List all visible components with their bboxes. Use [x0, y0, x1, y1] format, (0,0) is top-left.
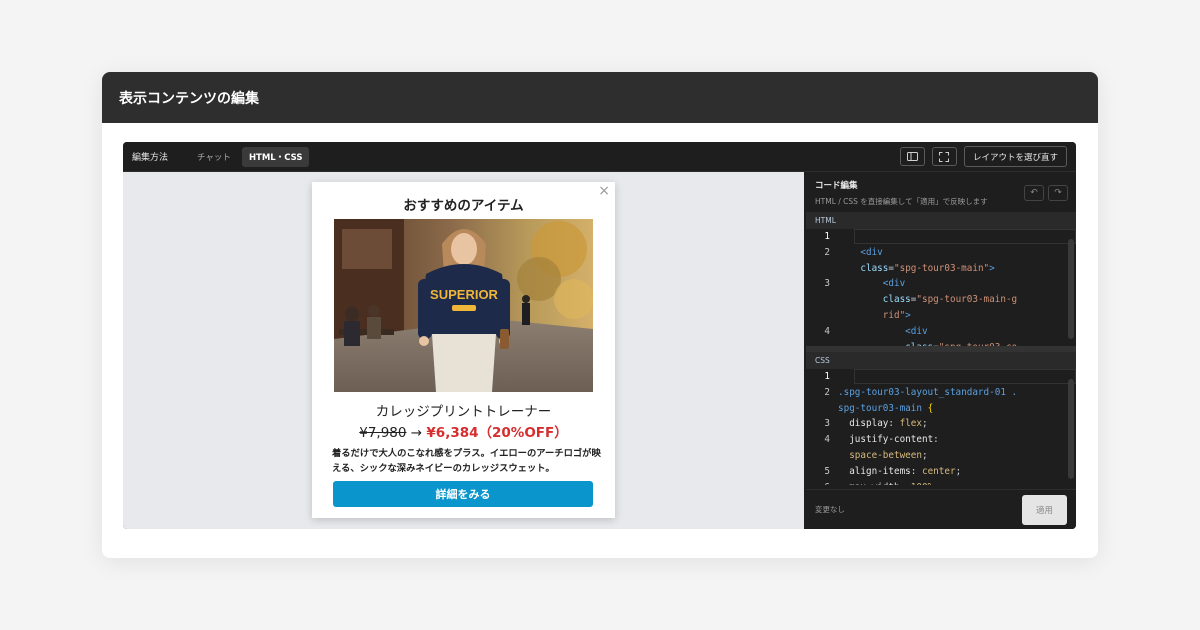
tab-html-css[interactable]: HTML・CSS: [241, 146, 310, 167]
panel-toggle-button[interactable]: [899, 147, 925, 166]
apply-button[interactable]: 適用: [1022, 494, 1067, 525]
redo-icon[interactable]: ↷: [1048, 185, 1068, 201]
undo-icon[interactable]: ↶: [1024, 185, 1044, 201]
product-price: ¥7,980 → ¥6,384（20%OFF）: [312, 421, 615, 441]
css-section-label: CSS: [806, 352, 1076, 369]
toolbar-actions: レイアウトを選び直す: [899, 146, 1067, 167]
relayout-button[interactable]: レイアウトを選び直す: [963, 146, 1067, 167]
css-scrollbar[interactable]: [1068, 379, 1074, 479]
edit-content-modal: 表示コンテンツの編集 編集方法 チャット HTML・CSS レイアウトを選び直す…: [102, 72, 1098, 558]
product-name: カレッジプリントトレーナー: [375, 404, 552, 420]
sale-price: ¥6,384（20%OFF）: [426, 425, 568, 441]
fullscreen-button[interactable]: [931, 147, 957, 166]
code-edit-panel: コード編集 HTML / CSS を直接編集して「適用」で反映します ↶ ↷ H…: [806, 172, 1076, 529]
current-line-highlight: [854, 369, 1076, 384]
price-arrow: →: [410, 425, 423, 441]
recommendation-card: × おすすめのアイテム SUPERIOR カレッジプリントトレーナー ¥7,98…: [312, 182, 615, 518]
html-section-label: HTML: [806, 212, 1076, 229]
fullscreen-icon: [939, 151, 950, 162]
css-code-editor[interactable]: 1 2 .spg-tour03-layout_standard-01 . spg-…: [806, 369, 1076, 485]
modal-title: 表示コンテンツの編集: [119, 90, 259, 107]
view-details-button[interactable]: 詳細をみる: [333, 481, 593, 507]
history-controls: ↶ ↷: [1024, 185, 1068, 201]
panel-toggle-icon: [906, 152, 918, 161]
modal-header: 表示コンテンツの編集: [102, 72, 1098, 123]
code-panel-footer: 変更なし 適用: [806, 489, 1076, 529]
code-panel-header: コード編集 HTML / CSS を直接編集して「適用」で反映します ↶ ↷: [806, 172, 1076, 212]
preview-area: × おすすめのアイテム SUPERIOR カレッジプリントトレーナー ¥7,98…: [123, 172, 804, 529]
editor-toolbar: 編集方法 チャット HTML・CSS レイアウトを選び直す: [123, 142, 1076, 172]
change-status: 変更なし: [815, 505, 845, 514]
current-line-highlight: [854, 229, 1076, 244]
product-photo: SUPERIOR: [334, 219, 593, 392]
old-price: ¥7,980: [359, 425, 407, 441]
html-code-editor[interactable]: 1 2 <div class="spg-tour03-main"> 3 <div…: [806, 229, 1076, 346]
html-scrollbar[interactable]: [1068, 239, 1074, 339]
sweater-print-text: SUPERIOR: [430, 287, 499, 302]
card-title: おすすめのアイテム: [403, 198, 524, 214]
tab-chat[interactable]: チャット: [190, 147, 238, 167]
editor-panel: 編集方法 チャット HTML・CSS レイアウトを選び直す × おすすめのアイテ…: [123, 142, 1076, 529]
product-description: 着るだけで大人のこなれ感をプラス。イエローのアーチロゴが映える、シックな深みネイ…: [332, 448, 601, 474]
edit-method-label: 編集方法: [132, 153, 169, 163]
